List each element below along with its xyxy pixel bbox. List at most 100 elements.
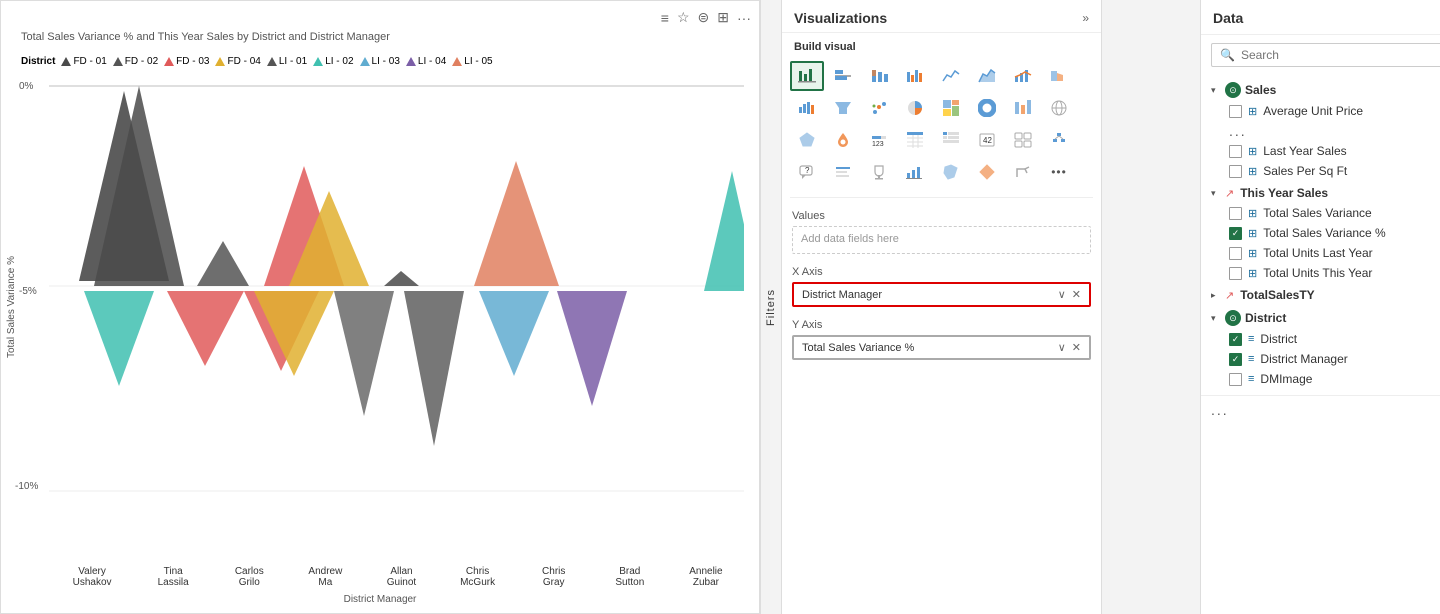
checkbox-district-manager[interactable]: ✓ [1229,353,1242,366]
viz-icon-gauge[interactable] [1006,93,1040,123]
viz-icon-bar-chart-2[interactable] [898,157,932,187]
viz-icon-multi-card[interactable] [1006,125,1040,155]
legend-triangle-fd01 [61,57,71,66]
tree-item-district[interactable]: ✓ ≡ District [1201,329,1440,349]
measure-icon-spsf: ⊞ [1248,165,1257,178]
x-axis-chip-remove[interactable]: ✕ [1072,288,1081,301]
x-label-carlos: CarlosGrilo [219,566,279,588]
viz-icon-arrows[interactable] [1006,157,1040,187]
tree-group-header-tys[interactable]: ▾ ↗ This Year Sales [1201,183,1440,203]
tree-item-dmimage[interactable]: ≡ DMImage [1201,369,1440,389]
tree-item-district-manager[interactable]: ✓ ≡ District Manager [1201,349,1440,369]
viz-icon-card[interactable]: 42 [970,125,1004,155]
legend-label-fd02: FD - 02 [125,56,158,67]
viz-icon-smart-narrative[interactable] [826,157,860,187]
checkbox-last-year-sales[interactable] [1229,145,1242,158]
viz-icon-filled-map[interactable] [934,157,968,187]
viz-expand-arrow[interactable]: » [1082,11,1089,25]
viz-icon-line[interactable] [934,61,968,91]
checkbox-dmimage[interactable] [1229,373,1242,386]
viz-icon-scatter[interactable] [790,61,824,91]
y-axis-chip-value: Total Sales Variance % [802,342,914,354]
tree-item-total-sales-var-pct[interactable]: ✓ ⊞ Total Sales Variance % [1201,223,1440,243]
x-label-annelie: AnnelieZubar [676,566,736,588]
viz-icon-shape-map[interactable] [790,125,824,155]
search-input[interactable] [1241,48,1440,62]
checkbox-total-units-ty[interactable] [1229,267,1242,280]
tree-group-total-sales-ty: ▸ ↗ TotalSalesTY [1201,285,1440,305]
viz-icon-treemap[interactable] [934,93,968,123]
y-axis-chip-chevron[interactable]: ∨ [1058,341,1066,354]
measure-icon-tsvp: ⊞ [1248,227,1257,240]
legend-item-fd02: FD - 02 [113,56,158,67]
checkbox-sales-per-sq-ft[interactable] [1229,165,1242,178]
data-panel-title: Data [1213,10,1243,26]
tree-group-district: ▾ ⊙ District ✓ ≡ District ✓ ≡ District M… [1201,307,1440,389]
viz-icons-container: 123 42 ? [782,57,1101,191]
viz-icon-stacked-bar[interactable] [862,61,896,91]
viz-icon-azure-map[interactable] [826,125,860,155]
viz-icon-col-grouped[interactable] [898,61,932,91]
legend-item-fd01: FD - 01 [61,56,106,67]
viz-icon-area[interactable] [970,61,1004,91]
tree-group-header-tsty[interactable]: ▸ ↗ TotalSalesTY [1201,285,1440,305]
viz-icon-pie[interactable] [898,93,932,123]
viz-icon-decomp[interactable] [1042,125,1076,155]
y-axis-chip[interactable]: Total Sales Variance % ∨ ✕ [792,335,1091,360]
viz-icon-diamond[interactable] [970,157,1004,187]
tree-item-sales-per-sq-ft[interactable]: ⊞ Sales Per Sq Ft [1201,161,1440,181]
tree-item-total-units-ly[interactable]: ⊞ Total Units Last Year [1201,243,1440,263]
checkbox-total-units-ly[interactable] [1229,247,1242,260]
item-last-year-sales: Last Year Sales [1263,144,1346,158]
hamburger-icon[interactable]: ≡ [661,10,669,26]
checkbox-total-sales-var[interactable] [1229,207,1242,220]
data-panel-footer[interactable]: ... [1201,395,1440,424]
expand-icon[interactable]: ⊞ [717,9,729,26]
tree-item-avg-unit-price[interactable]: ⊞ Average Unit Price [1201,101,1440,121]
viz-icon-table[interactable] [898,125,932,155]
y-tick-10: -10% [15,481,38,492]
values-section: Values Add data fields here [782,204,1101,260]
legend-item-fd04: FD - 04 [215,56,260,67]
checkbox-avg-unit-price[interactable] [1229,105,1242,118]
y-axis-chip-remove[interactable]: ✕ [1072,341,1081,354]
search-box[interactable]: 🔍 [1211,43,1440,67]
legend-triangle-li03 [360,57,370,66]
viz-icon-scatter2[interactable] [862,93,896,123]
viz-icon-trophy[interactable] [862,157,896,187]
legend-label-fd03: FD - 03 [176,56,209,67]
legend-item-li05: LI - 05 [452,56,492,67]
tree-group-header-district[interactable]: ▾ ⊙ District [1201,307,1440,329]
viz-icon-qna[interactable]: ? [790,157,824,187]
tree-item-total-units-ty[interactable]: ⊞ Total Units This Year [1201,263,1440,283]
svg-text:?: ? [805,166,810,175]
legend-triangle-fd03 [164,57,174,66]
tree-item-total-sales-var[interactable]: ⊞ Total Sales Variance [1201,203,1440,223]
chevron-down-icon-district: ▾ [1211,313,1221,324]
viz-icon-map[interactable] [1042,93,1076,123]
viz-icon-kpi[interactable]: 123 [862,125,896,155]
item-avg-unit-price: Average Unit Price [1263,104,1363,118]
viz-icon-waterfall[interactable] [790,93,824,123]
viz-icon-matrix[interactable] [934,125,968,155]
viz-icon-donut[interactable] [970,93,1004,123]
filter-icon[interactable]: ⊜ [698,9,710,26]
viz-icon-ribbon[interactable] [1042,61,1076,91]
x-label-tina: TinaLassila [143,566,203,588]
more-icon[interactable]: ··· [737,10,751,26]
y-axis-section-label: Y Axis [792,319,1091,331]
checkbox-total-sales-var-pct[interactable]: ✓ [1229,227,1242,240]
pin-icon[interactable]: ☆ [677,9,690,26]
tree-item-last-year-sales[interactable]: ⊞ Last Year Sales [1201,141,1440,161]
checkbox-district[interactable]: ✓ [1229,333,1242,346]
tree-group-header-sales[interactable]: ▾ ⊙ Sales [1201,79,1440,101]
tree-dots-sales[interactable]: ... [1201,121,1440,141]
viz-icon-bar[interactable] [826,61,860,91]
values-drop-zone[interactable]: Add data fields here [792,226,1091,254]
x-axis-chip[interactable]: District Manager ∨ ✕ [792,282,1091,307]
viz-icon-more-viz[interactable]: ••• [1042,157,1076,187]
viz-icon-combo[interactable] [1006,61,1040,91]
x-axis-chip-chevron[interactable]: ∨ [1058,288,1066,301]
viz-icon-funnel[interactable] [826,93,860,123]
build-visual-label: Build visual [782,33,1101,57]
